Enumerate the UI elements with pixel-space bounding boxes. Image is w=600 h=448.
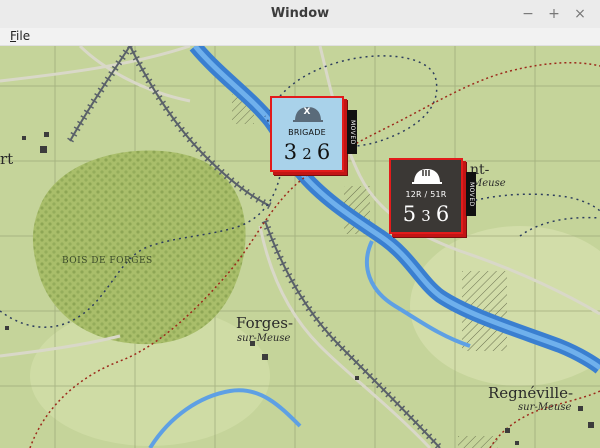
- close-button[interactable]: ×: [568, 0, 592, 28]
- unit-attack: 3: [283, 140, 298, 164]
- minimize-button[interactable]: −: [516, 0, 540, 28]
- forest-area: [32, 150, 246, 345]
- game-map[interactable]: rt BOIS DE FORGES nt- Meuse Forges- sur-…: [0, 46, 600, 448]
- moved-marker: MOVED: [466, 172, 476, 216]
- counter-face: III 12R / 51R 5 3 6: [394, 163, 458, 229]
- place-label-meuse-top: Meuse: [472, 178, 506, 189]
- unit-size-symbol: III: [421, 169, 431, 178]
- menu-bar: File: [0, 28, 600, 46]
- counter-face: X BRIGADE 3 2 6: [275, 101, 339, 167]
- unit-type-label: 12R / 51R: [405, 190, 447, 199]
- forest-label: BOIS DE FORGES: [62, 256, 153, 266]
- unit-size-symbol: X: [303, 107, 311, 117]
- title-bar: Window − + ×: [0, 0, 600, 29]
- unit-range: 3: [421, 207, 431, 225]
- place-label-rt: rt: [0, 150, 14, 168]
- unit-counter-regiment[interactable]: III 12R / 51R 5 3 6: [389, 158, 463, 234]
- unit-range: 2: [302, 145, 312, 163]
- unit-type-label: BRIGADE: [288, 128, 326, 137]
- unit-move: 6: [316, 140, 331, 164]
- moved-marker: MOVED: [347, 110, 357, 154]
- unit-attack: 5: [402, 202, 417, 226]
- unit-counter-brigade[interactable]: X BRIGADE 3 2 6: [270, 96, 344, 172]
- field-hatch: [458, 436, 498, 448]
- window-title: Window: [270, 6, 330, 21]
- maximize-button[interactable]: +: [542, 0, 566, 28]
- place-label-regneville-sub: sur-Meuse: [518, 402, 572, 413]
- unit-stats: 5 3 6: [394, 202, 458, 226]
- menu-file[interactable]: File: [10, 28, 30, 45]
- menu-file-label: ile: [16, 29, 31, 43]
- place-label-regneville: Regnéville-: [488, 384, 574, 402]
- place-label-forges-sub: sur-Meuse: [237, 333, 291, 344]
- place-label-forges: Forges-: [236, 314, 294, 332]
- unit-move: 6: [435, 202, 450, 226]
- unit-stats: 3 2 6: [275, 140, 339, 164]
